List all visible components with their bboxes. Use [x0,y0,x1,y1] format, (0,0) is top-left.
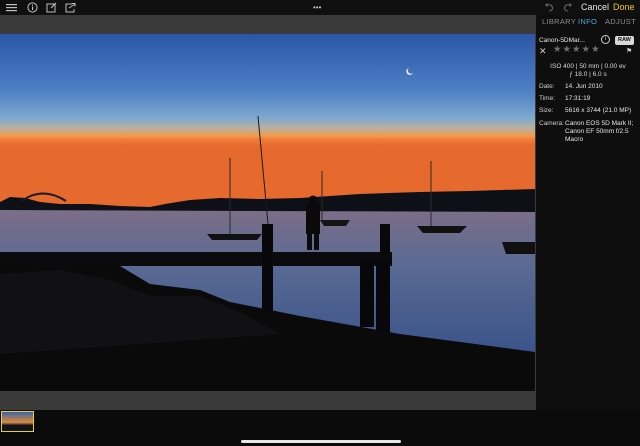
exif-summary-line2: ƒ 18.0 | 6.0 s [569,71,607,78]
info-icon[interactable] [27,2,38,13]
hamburger-icon[interactable] [6,2,17,13]
tab-library[interactable]: LIBRARY [542,18,576,26]
thumbnail-image [2,412,33,431]
redo-icon[interactable] [562,2,573,13]
tab-adjust[interactable]: ADJUST [605,18,636,26]
date-label: Date: [539,83,555,90]
camera-value: Canon EOS 5D Mark II; Canon EF 50mm f/2.… [565,120,634,143]
time-label: Time: [539,95,556,102]
time-value: 17:31:19 [565,95,591,102]
star-rating[interactable]: ★★★★★ [553,45,601,55]
flag-icon[interactable]: ⚑ [626,48,632,56]
size-value: 5616 x 3744 (21.0 MP) [565,107,632,114]
camera-label: Camera: [539,120,564,127]
top-toolbar: ••• Cancel Done [0,0,640,15]
info-badge-icon[interactable]: i [601,35,610,44]
cancel-button[interactable]: Cancel [581,2,609,13]
exif-summary-line1: ISO 400 | 50 mm | 0.00 ev [550,63,626,70]
export-icon[interactable] [65,2,76,13]
info-panel: LIBRARY INFO ADJUST Canon-5DMar... i RAW… [536,15,640,410]
edit-icon[interactable] [46,2,57,13]
tab-info[interactable]: INFO [578,18,597,26]
filmstrip-thumbnail[interactable] [1,411,34,432]
reject-icon[interactable]: ✕ [539,47,547,56]
undo-icon[interactable] [544,2,555,13]
raw-badge: RAW [615,36,634,45]
more-options-button[interactable]: ••• [313,2,321,13]
home-indicator[interactable] [241,440,401,443]
date-value: 14. Jun 2010 [565,83,603,90]
main-photo[interactable] [0,34,535,391]
size-label: Size: [539,107,554,114]
done-button[interactable]: Done [613,2,635,13]
